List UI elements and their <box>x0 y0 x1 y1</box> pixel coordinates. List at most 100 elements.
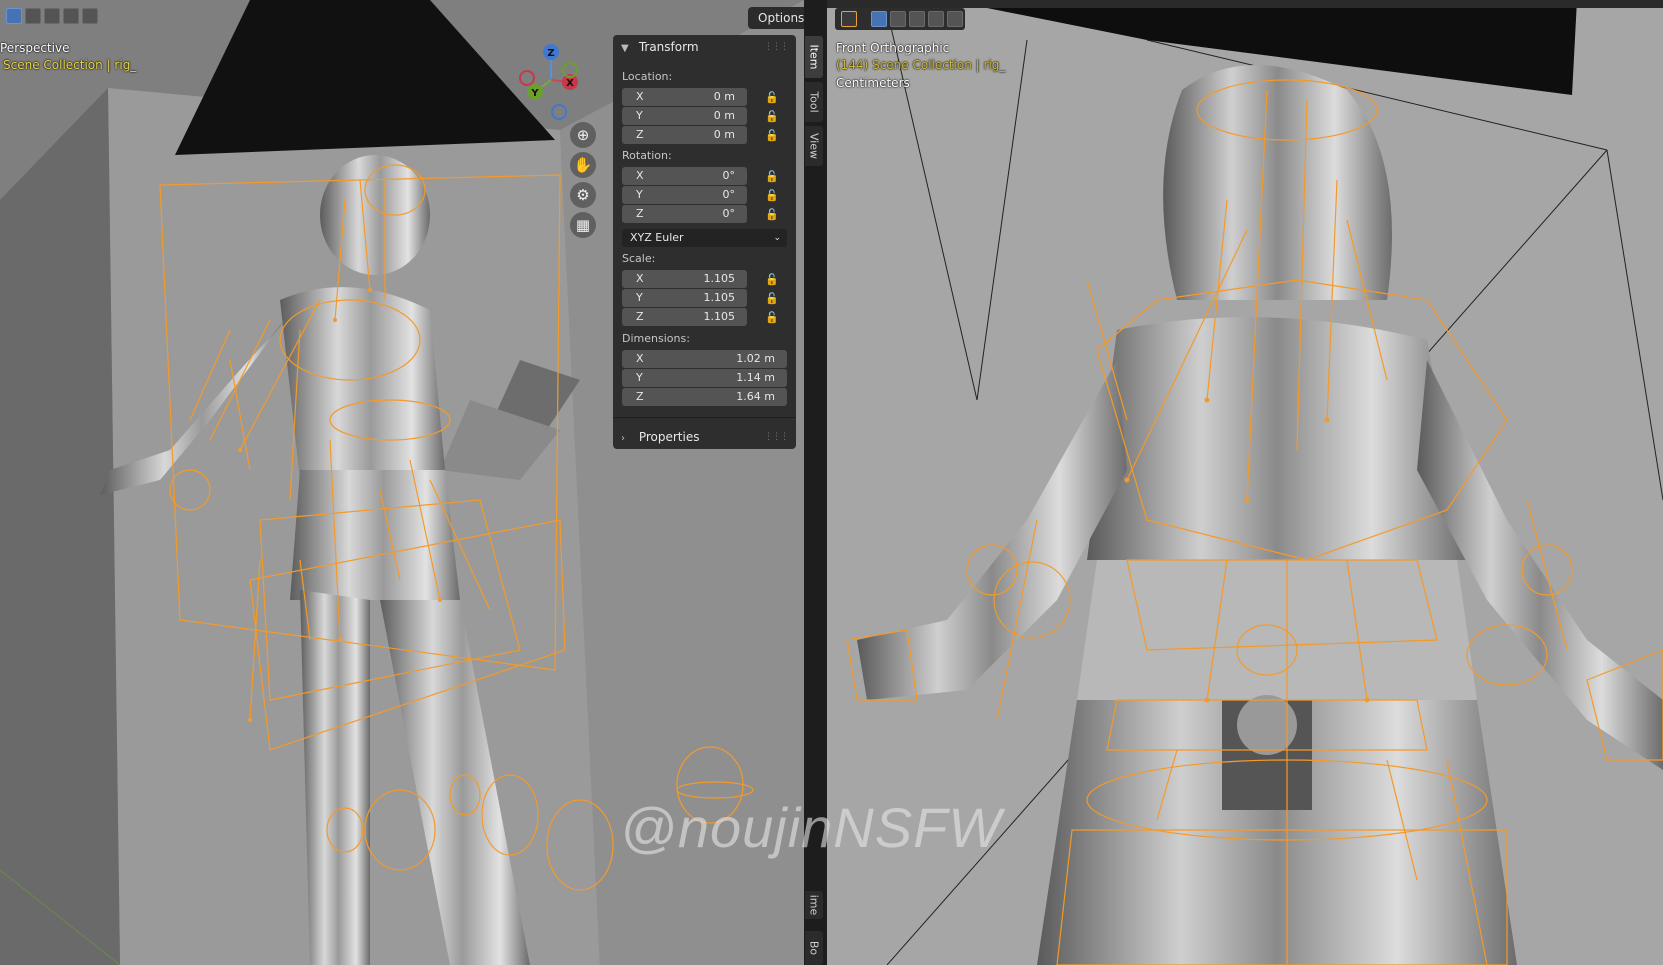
watermark-text: @noujinNSFW <box>620 796 1003 859</box>
collection-label: (144) Scene Collection | rig_ <box>836 58 1006 72</box>
tab-bo[interactable]: Bo <box>805 931 823 965</box>
field-value: 0 m <box>713 109 735 122</box>
axis-label: X <box>636 90 644 103</box>
axis-label: Y <box>636 371 643 384</box>
rotation-label: Rotation: <box>622 149 672 162</box>
gizmo-x-label: X <box>566 78 574 89</box>
lock-icon[interactable]: 🔓 <box>765 273 779 286</box>
select-subtract-icon[interactable] <box>909 11 925 27</box>
lock-icon[interactable]: 🔓 <box>765 110 779 123</box>
axis-label: Z <box>636 390 644 403</box>
drag-handle-icon[interactable]: ⋮⋮⋮ <box>764 425 789 449</box>
field-value: 1.64 m <box>736 390 775 403</box>
rotation-y-field[interactable]: Y 0° <box>622 186 747 204</box>
axis-label: Y <box>636 188 643 201</box>
location-y-field[interactable]: Y 0 m <box>622 107 747 125</box>
dimensions-z-field[interactable]: Z 1.64 m <box>622 388 787 406</box>
options-label: Options <box>758 11 804 25</box>
scale-z-field[interactable]: Z 1.105 <box>622 308 747 326</box>
field-value: 0 m <box>713 128 735 141</box>
tab-label: View <box>807 132 821 160</box>
select-invert-icon[interactable] <box>63 8 79 24</box>
viewport-header-right <box>827 0 1663 36</box>
top-bar <box>827 0 1663 8</box>
lock-icon[interactable]: 🔓 <box>765 170 779 183</box>
units-label: Centimeters <box>836 76 910 90</box>
scale-y-field[interactable]: Y 1.105 <box>622 289 747 307</box>
pan-hand-icon[interactable]: ✋ <box>570 152 596 178</box>
select-subtract-icon[interactable] <box>44 8 60 24</box>
chevron-right-icon: › <box>621 433 625 444</box>
camera-icon[interactable]: ⚙ <box>570 182 596 208</box>
select-cursor-icon[interactable] <box>841 11 857 27</box>
field-value: 1.105 <box>703 272 736 285</box>
lock-icon[interactable]: 🔓 <box>765 189 779 202</box>
dimensions-x-field[interactable]: X 1.02 m <box>622 350 787 368</box>
properties-panel-header[interactable]: › Properties ⋮⋮⋮ <box>613 425 796 449</box>
lock-icon[interactable]: 🔓 <box>765 311 779 324</box>
sidebar-n-panel: ▼ Transform ⋮⋮⋮ Location: X0 m 🔓 Y0 m 🔓 … <box>613 35 796 449</box>
tab-label: Bo <box>807 940 821 956</box>
field-value: 0° <box>722 188 736 201</box>
tab-ime[interactable]: ime <box>805 891 823 919</box>
tab-label: Tool <box>807 91 821 113</box>
view-name-label: Front Orthographic <box>836 41 950 55</box>
axis-label: Y <box>636 109 643 122</box>
select-invert-icon[interactable] <box>928 11 944 27</box>
properties-header-label: Properties <box>638 430 700 444</box>
selection-mode-group <box>6 8 98 24</box>
scale-label: Scale: <box>622 252 656 265</box>
field-value: 1.105 <box>703 291 736 304</box>
chevron-down-icon: ⌄ <box>773 233 781 243</box>
select-intersect-icon[interactable] <box>82 8 98 24</box>
field-value: 0 m <box>713 90 735 103</box>
transform-header-label: Transform <box>638 40 699 54</box>
select-extend-icon[interactable] <box>890 11 906 27</box>
zoom-icon[interactable]: ⊕ <box>570 122 596 148</box>
view-name-label: Perspective <box>0 41 70 55</box>
location-z-field[interactable]: Z 0 m <box>622 126 747 144</box>
gizmo-y-label: Y <box>530 88 539 99</box>
collection-label: Scene Collection | rig_ <box>3 58 137 72</box>
field-value: 1.105 <box>703 310 736 323</box>
gizmo-z-label: Z <box>547 48 554 59</box>
options-dropdown[interactable]: Options ⌄ <box>748 7 804 29</box>
field-value: 0° <box>722 207 736 220</box>
tab-item[interactable]: Item <box>805 36 823 78</box>
axis-label: Z <box>636 207 644 220</box>
tab-view[interactable]: View <box>805 126 823 166</box>
chevron-down-icon: ▼ <box>621 43 629 54</box>
dimensions-label: Dimensions: <box>622 332 690 345</box>
location-x-field[interactable]: X 0 m <box>622 88 747 106</box>
lock-icon[interactable]: 🔓 <box>765 129 779 142</box>
panel-divider <box>613 417 796 418</box>
tab-label: ime <box>807 894 821 916</box>
rotation-x-field[interactable]: X 0° <box>622 167 747 185</box>
axis-label: X <box>636 272 644 285</box>
select-intersect-icon[interactable] <box>947 11 963 27</box>
rotation-mode-value: XYZ Euler <box>630 231 684 244</box>
navigation-gizmo[interactable]: Z X Y <box>515 40 595 125</box>
select-extend-icon[interactable] <box>25 8 41 24</box>
scale-x-field[interactable]: X 1.105 <box>622 270 747 288</box>
rotation-z-field[interactable]: Z 0° <box>622 205 747 223</box>
perspective-grid-icon[interactable]: ▦ <box>570 212 596 238</box>
transform-panel-header[interactable]: ▼ Transform ⋮⋮⋮ <box>613 35 796 59</box>
axis-label: Z <box>636 128 644 141</box>
tab-label: Item <box>807 44 821 70</box>
rotation-mode-select[interactable]: XYZ Euler ⌄ <box>622 229 787 247</box>
lock-icon[interactable]: 🔓 <box>765 208 779 221</box>
select-new-icon[interactable] <box>871 11 887 27</box>
select-new-icon[interactable] <box>6 8 22 24</box>
tab-tool[interactable]: Tool <box>805 82 823 122</box>
lock-icon[interactable]: 🔓 <box>765 91 779 104</box>
axis-label: Y <box>636 291 643 304</box>
axis-label: X <box>636 169 644 182</box>
field-value: 0° <box>722 169 736 182</box>
dimensions-y-field[interactable]: Y 1.14 m <box>622 369 787 387</box>
field-value: 1.02 m <box>736 352 775 365</box>
lock-icon[interactable]: 🔓 <box>765 292 779 305</box>
location-label: Location: <box>622 70 673 83</box>
axis-label: X <box>636 352 644 365</box>
drag-handle-icon[interactable]: ⋮⋮⋮ <box>764 35 789 59</box>
